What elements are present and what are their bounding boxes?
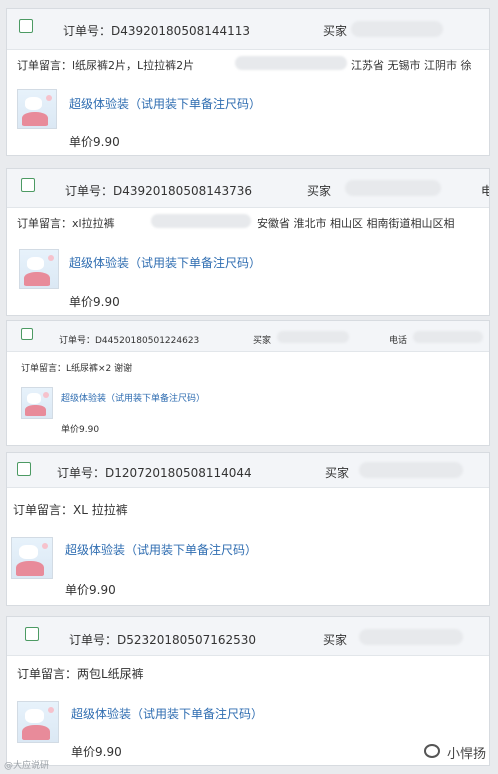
product-link[interactable]: 超级体验装（试用装下单备注尺码） [69,254,261,271]
order-card: 订单号：D43920180508143736 买家 电 订单留言：xl拉拉裤 安… [6,168,490,316]
unit-price: 单价9.90 [69,135,120,149]
wechat-logo-icon [424,744,440,758]
unit-price: 单价9.90 [65,583,116,597]
order-number: 订单号：D43920180508144113 [63,24,251,38]
order-number: 订单号：D52320180507162530 [69,633,257,647]
order-card: 订单号：D43920180508144113 买家 订单留言：l纸尿裤2片，L拉… [6,8,490,156]
order-memo: 订单留言：两包L纸尿裤 [17,667,144,681]
product-thumbnail-icon[interactable] [21,387,53,419]
buyer-label: 买家 [323,633,348,647]
product-thumbnail-icon[interactable] [11,537,53,579]
order-memo: 订单留言：XL 拉拉裤 [13,503,128,517]
product-link[interactable]: 超级体验装（试用装下单备注尺码） [65,541,257,558]
buyer-name-redacted [359,462,463,478]
order-header: 订单号：D43920180508144113 买家 [7,9,489,50]
product-link[interactable]: 超级体验装（试用装下单备注尺码） [61,391,205,404]
buyer-name-redacted [345,180,441,196]
product-link[interactable]: 超级体验装（试用装下单备注尺码） [71,705,263,722]
shipping-address: 安徽省 淮北市 相山区 相南街道相山区相 [257,217,455,230]
product-thumbnail-icon[interactable] [19,249,59,289]
phone-redacted [413,331,483,343]
buyer-name-redacted [277,331,349,343]
unit-price: 单价9.90 [71,745,122,759]
buyer-label: 买家 [323,24,348,38]
buyer-name-redacted [351,21,443,37]
unit-price: 单价9.90 [69,295,120,309]
buyer-label: 买家 [253,336,272,346]
order-memo: 订单留言：L纸尿裤×2 谢谢 [21,364,133,374]
order-header: 订单号：D44520180501224623 买家 电话 [7,321,489,352]
watermark-left: @大应说研 [4,761,50,771]
select-checkbox-icon[interactable] [21,178,35,192]
shipping-address: 江苏省 无锡市 江阴市 徐 [351,59,472,72]
order-memo: 订单留言：xl拉拉裤 [17,217,115,230]
order-header: 订单号：D52320180507162530 买家 [7,617,489,656]
buyer-name-redacted [359,629,463,645]
buyer-label: 买家 [307,184,332,198]
order-number: 订单号：D43920180508143736 [65,184,253,198]
product-thumbnail-icon[interactable] [17,701,59,743]
watermark-right: 小悍扬 [446,747,486,762]
order-number: 订单号：D44520180501224623 [59,336,200,346]
select-checkbox-icon[interactable] [19,19,33,33]
address-redacted [151,214,251,228]
phone-label: 电话 [389,336,408,346]
select-checkbox-icon[interactable] [25,627,39,641]
order-memo: 订单留言：l纸尿裤2片，L拉拉裤2片 [17,59,195,72]
select-checkbox-icon[interactable] [21,328,33,340]
order-header: 订单号：D120720180508114044 买家 [7,453,489,488]
address-redacted [235,56,347,70]
product-thumbnail-icon[interactable] [17,89,57,129]
order-number: 订单号：D120720180508114044 [57,466,252,480]
product-link[interactable]: 超级体验装（试用装下单备注尺码） [69,95,261,112]
unit-price: 单价9.90 [61,425,100,435]
order-card: 订单号：D52320180507162530 买家 订单留言：两包L纸尿裤 超级… [6,616,490,766]
header-cut-text: 电 [481,182,489,199]
order-header: 订单号：D43920180508143736 买家 电 [7,169,489,208]
order-card: 订单号：D120720180508114044 买家 订单留言：XL 拉拉裤 超… [6,452,490,606]
order-card: 订单号：D44520180501224623 买家 电话 订单留言：L纸尿裤×2… [6,320,490,446]
select-checkbox-icon[interactable] [17,462,31,476]
buyer-label: 买家 [325,466,350,480]
